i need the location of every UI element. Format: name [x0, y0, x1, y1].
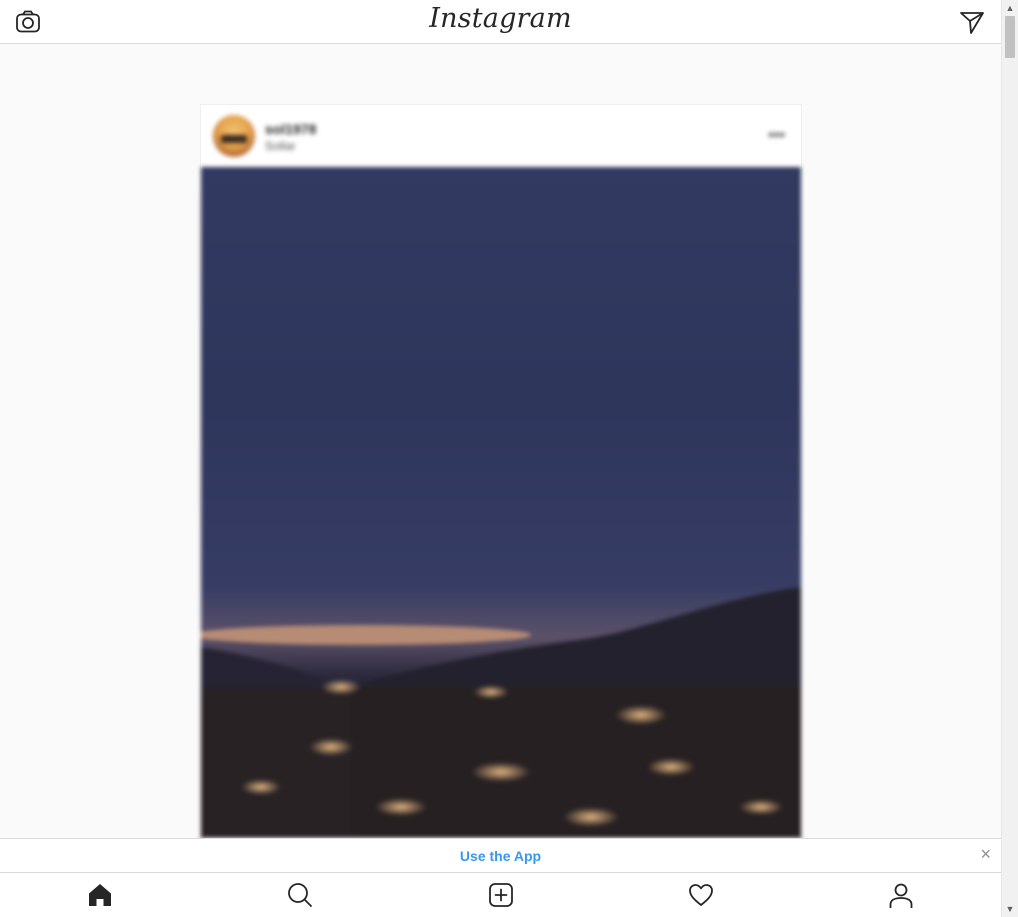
close-icon[interactable]: × [980, 845, 991, 863]
direct-send-icon[interactable] [958, 8, 986, 36]
bottom-navigation [0, 872, 1001, 917]
more-options-icon[interactable]: ••• [768, 127, 785, 145]
post-location[interactable]: Sollar [265, 139, 296, 153]
post-header: sol1978 Sollar ••• [201, 105, 801, 167]
use-the-app-link[interactable]: Use the App [0, 848, 1001, 864]
search-icon[interactable] [286, 881, 314, 909]
activity-heart-icon[interactable] [687, 881, 715, 909]
scroll-up-arrow[interactable]: ▲ [1002, 0, 1018, 16]
new-post-icon[interactable] [487, 881, 515, 909]
instagram-logo[interactable]: Instagram [0, 3, 1001, 34]
scroll-thumb[interactable] [1005, 16, 1015, 58]
post-image[interactable] [201, 167, 801, 839]
feed-post: sol1978 Sollar ••• [200, 104, 802, 885]
post-username[interactable]: sol1978 [265, 121, 316, 137]
avatar[interactable] [213, 115, 255, 157]
home-icon[interactable] [86, 881, 114, 909]
page-scrollbar[interactable]: ▲ ▼ [1001, 0, 1018, 917]
top-bar: Instagram [0, 0, 1001, 44]
profile-icon[interactable] [887, 881, 915, 909]
use-app-banner: Use the App × [0, 838, 1001, 872]
scroll-down-arrow[interactable]: ▼ [1002, 901, 1018, 917]
